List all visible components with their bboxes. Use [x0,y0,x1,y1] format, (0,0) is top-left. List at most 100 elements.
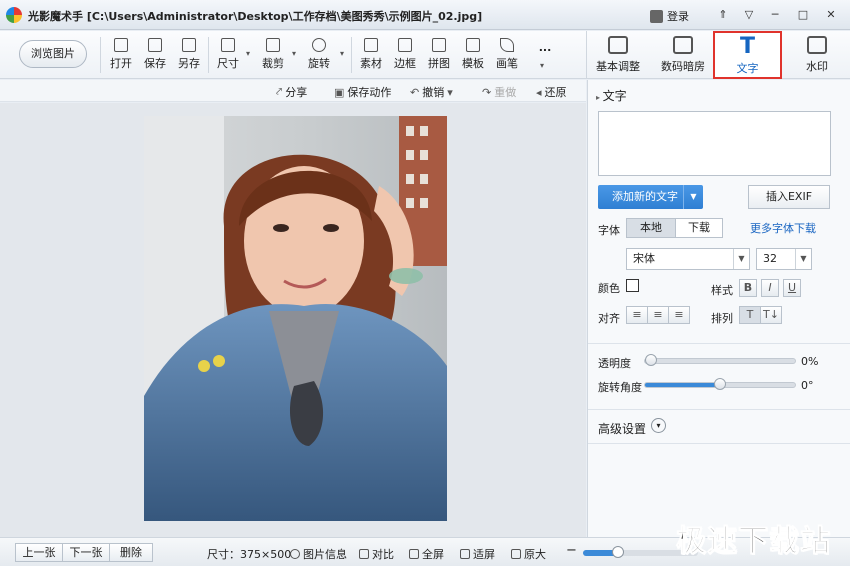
zoom-out-icon[interactable]: − [566,543,577,558]
save-action-button[interactable]: ▣ 保存动作 [334,84,391,100]
align-left-icon: ≡ [632,308,642,321]
more-fonts-link[interactable]: 更多字体下载 [750,220,816,236]
template-icon [466,38,480,52]
fit-screen-button[interactable]: 适屏 [460,546,495,562]
font-family-dropdown-icon: ▼ [733,249,749,269]
font-family-select[interactable]: 宋体 ▼ [626,248,750,270]
resize-button[interactable]: 尺寸 [211,38,245,71]
minimize-button[interactable]: ─ [766,6,784,24]
arrange-label: 排列 [711,312,733,325]
font-size-dropdown-icon: ▼ [795,249,811,269]
save-action-icon: ▣ [334,85,345,99]
italic-button[interactable]: I [761,279,779,297]
font-size-select[interactable]: 32 ▼ [756,248,812,270]
app-logo-icon [6,7,22,23]
brush-icon [500,38,514,52]
vertical-text-icon: T↓ [763,308,779,321]
add-text-dropdown-icon[interactable]: ▼ [683,185,703,209]
resize-dropdown-icon[interactable]: ▾ [246,49,250,58]
opacity-slider[interactable] [644,354,796,366]
template-button[interactable]: 模板 [456,38,490,71]
brush-button[interactable]: 画笔 [490,38,524,71]
photo[interactable] [144,116,447,521]
restore-icon: ◂ [536,85,542,99]
save-button[interactable]: 保存 [138,38,172,71]
material-button[interactable]: 素材 [354,38,388,71]
style-label: 样式 [711,284,733,297]
rotation-value: 0° [801,379,814,392]
align-left-button[interactable]: ≡ [626,306,648,324]
add-text-button[interactable]: 添加新的文字 ▼ [598,185,703,209]
divider [588,409,850,410]
crop-dropdown-icon[interactable]: ▾ [292,49,296,58]
opacity-value: 0% [801,355,819,368]
compare-button[interactable]: 对比 [359,546,394,562]
delete-button[interactable]: 删除 [109,543,153,562]
share-button[interactable]: ⤤ 分享 [276,84,307,100]
toolbar-divider [208,37,209,73]
text-input[interactable] [598,111,831,176]
open-icon [114,38,128,52]
toolbar-divider [351,37,352,73]
tab-basic-adjust[interactable]: 基本调整 [587,31,649,79]
align-center-button[interactable]: ≡ [647,306,669,324]
advanced-settings-toggle-icon[interactable]: ▾ [651,418,666,433]
original-size-button[interactable]: 原大 [511,546,546,562]
adjust-icon [608,36,628,54]
image-info-button[interactable]: 图片信息 [290,546,347,562]
font-source-local[interactable]: 本地 [626,218,676,238]
redo-button[interactable]: ↷ 重做 [482,84,516,100]
skin-button[interactable]: ⇑ [714,6,732,24]
more-dropdown-icon[interactable]: ▾ [540,61,544,70]
rotate-button[interactable]: 旋转 [302,38,336,71]
restore-button[interactable]: ◂ 还原 [536,84,567,100]
menu-button[interactable]: ▽ [740,6,758,24]
maximize-button[interactable]: □ [794,6,812,24]
rotate-dropdown-icon[interactable]: ▾ [340,49,344,58]
border-button[interactable]: 边框 [388,38,422,71]
prev-image-button[interactable]: 上一张 [15,543,63,562]
vertical-text-button[interactable]: T↓ [760,306,782,324]
insert-exif-button[interactable]: 插入EXIF [748,185,830,209]
darkroom-icon [673,36,693,54]
rotation-slider-handle[interactable] [714,378,726,390]
login-button[interactable]: 登录 [650,8,689,24]
zoom-slider-handle[interactable] [612,546,624,558]
close-button[interactable]: ✕ [822,6,840,24]
tab-text[interactable]: T 文字 [713,31,782,79]
action-bar: ⤤ 分享 ▣ 保存动作 ↶ 撤销 ▾ ↷ 重做 ◂ 还原 [0,80,586,102]
undo-icon: ↶ [410,85,420,99]
align-right-button[interactable]: ≡ [668,306,690,324]
crop-button[interactable]: 裁剪 [256,38,290,71]
text-panel: ▸ 文字 添加新的文字 ▼ 插入EXIF 字体 本地 下载 更多字体下载 宋体 ▼ … [587,80,850,537]
save-as-button[interactable]: 另存 [172,38,206,71]
tab-digital-darkroom[interactable]: 数码暗房 [651,31,715,79]
next-image-button[interactable]: 下一张 [62,543,110,562]
browse-images-button[interactable]: 浏览图片 [19,40,87,68]
fullscreen-icon [409,549,419,559]
fullscreen-button[interactable]: 全屏 [409,546,444,562]
section-title[interactable]: ▸ 文字 [596,87,627,104]
more-icon: ... [538,41,552,54]
original-size-icon [511,549,521,559]
site-watermark: 极速下载站 [676,524,831,560]
horizontal-text-button[interactable]: T [739,306,761,324]
font-source-download[interactable]: 下载 [675,218,723,238]
user-icon [650,9,663,23]
open-button[interactable]: 打开 [104,38,138,71]
collage-button[interactable]: 拼图 [422,38,456,71]
undo-button[interactable]: ↶ 撤销 ▾ [410,84,453,100]
collage-icon [432,38,446,52]
bold-button[interactable]: B [739,279,757,297]
more-tools-button[interactable]: ... [528,41,562,54]
rotation-slider[interactable] [644,378,796,390]
tab-watermark[interactable]: 水印 [785,31,849,79]
opacity-slider-handle[interactable] [645,354,657,366]
color-picker[interactable] [626,279,639,292]
underline-button[interactable]: U [783,279,801,297]
image-canvas[interactable] [0,103,586,537]
resize-icon [221,38,235,52]
text-icon: T [739,34,755,59]
toolbar-divider [100,37,101,73]
font-label: 字体 [598,224,620,237]
